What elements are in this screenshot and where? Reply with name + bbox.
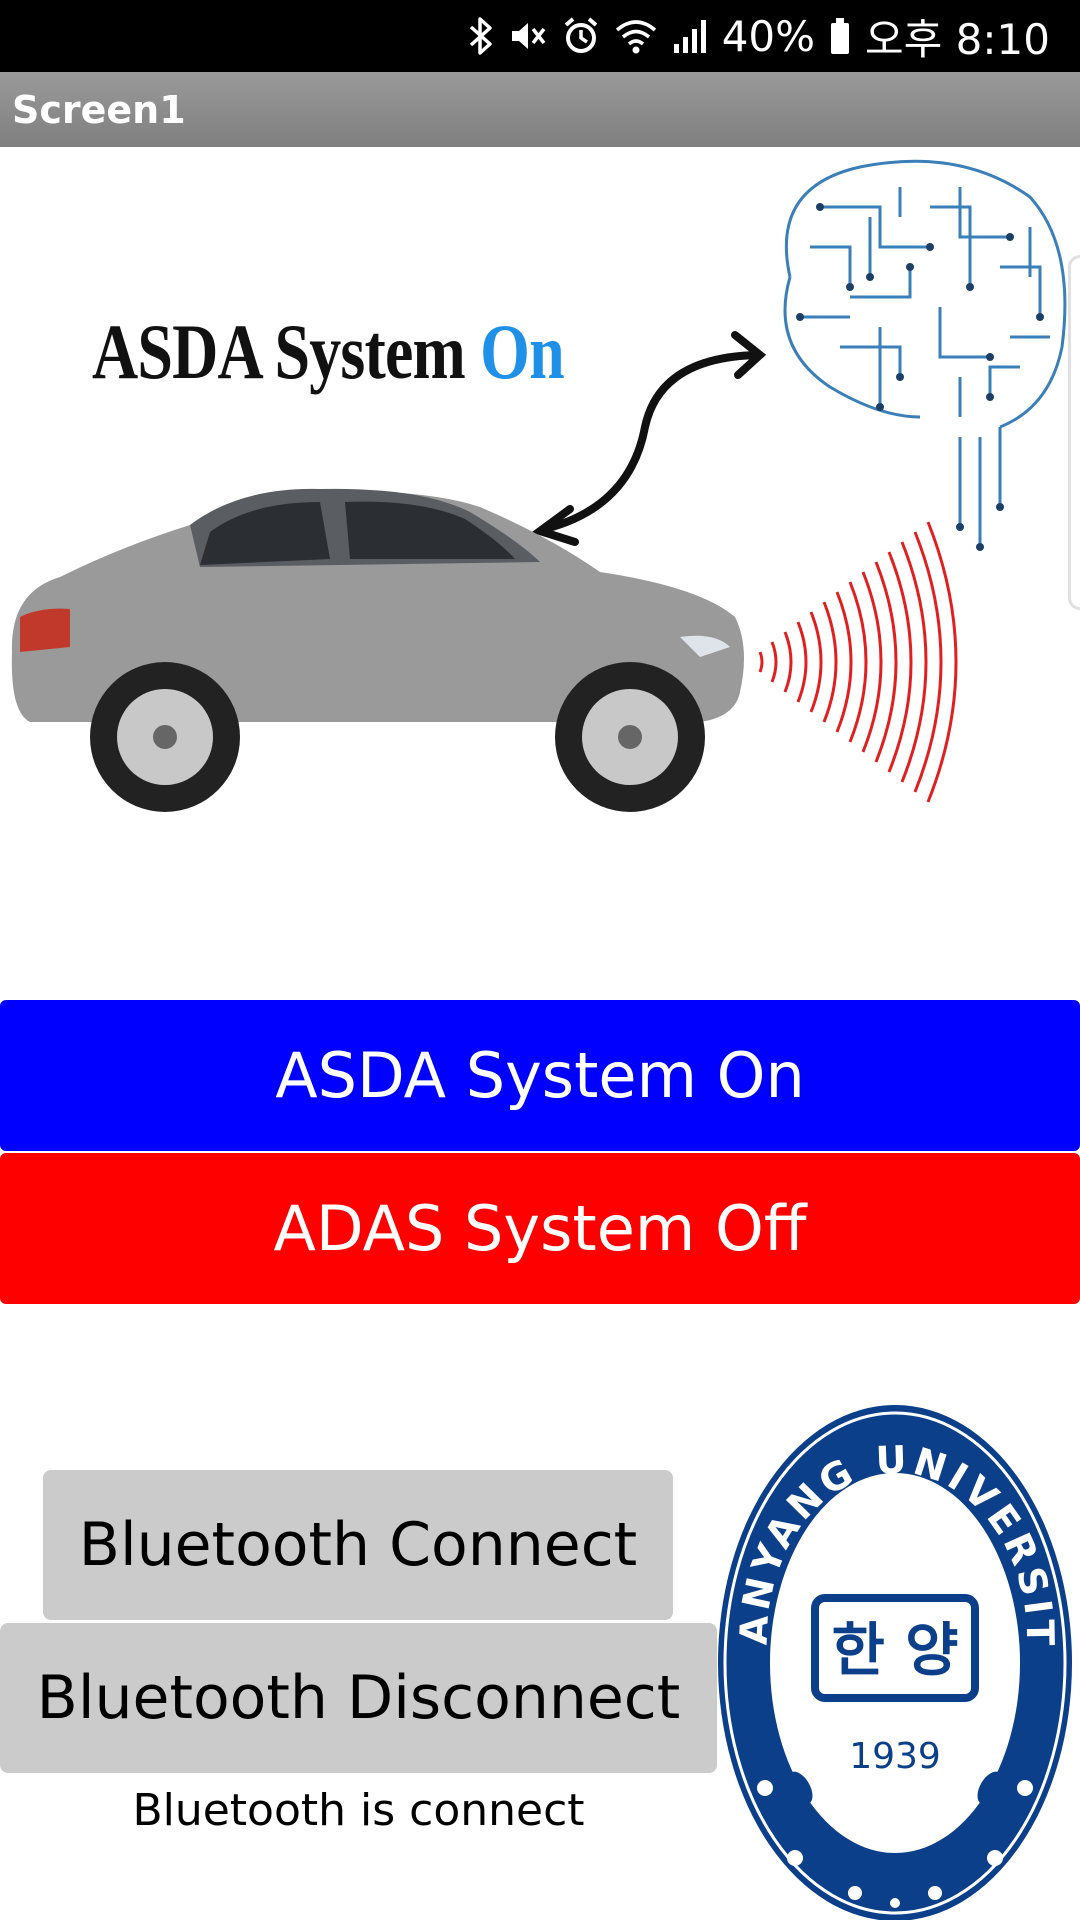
status-time: 오후 8:10 <box>865 14 1050 64</box>
bluetooth-status-label: Bluetooth is connect <box>132 1785 585 1836</box>
hero-image: ASDA System On <box>0 147 1080 857</box>
seal-year: 1939 <box>849 1736 941 1777</box>
hero-illustration <box>11 159 1067 812</box>
screen-title: Screen1 <box>12 87 186 132</box>
bluetooth-icon <box>468 16 494 56</box>
asda-system-on-button[interactable]: ASDA System On <box>0 1000 1080 1151</box>
status-bar: 40% 오후 8:10 <box>0 0 1080 72</box>
edge-panel-handle[interactable] <box>1068 255 1080 610</box>
title-bar: Screen1 <box>0 72 1080 147</box>
double-arrow-icon <box>531 331 767 546</box>
radar-waves-icon <box>758 521 958 803</box>
seal-hangul: 한 양 <box>832 1616 959 1684</box>
hanyang-university-seal: HANYANG UNIVERSITY 한 양 1939 <box>715 1388 1072 1920</box>
mute-icon <box>508 16 548 56</box>
battery-percent: 40% <box>721 11 816 61</box>
wifi-icon <box>614 16 658 56</box>
alarm-icon <box>562 16 600 56</box>
battery-icon <box>829 16 851 56</box>
bluetooth-disconnect-button[interactable]: Bluetooth Disconnect <box>0 1623 717 1773</box>
car-image <box>11 488 745 812</box>
brain-circuit-icon <box>783 159 1067 547</box>
bluetooth-connect-button[interactable]: Bluetooth Connect <box>43 1470 673 1620</box>
adas-system-off-button[interactable]: ADAS System Off <box>0 1153 1080 1304</box>
signal-icon <box>672 16 708 56</box>
